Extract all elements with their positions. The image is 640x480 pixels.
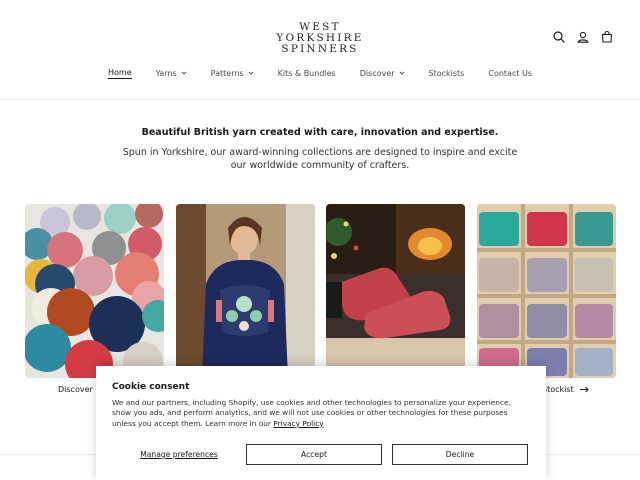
yarn-shelves-image: [477, 204, 616, 378]
card-yarn-balls[interactable]: [25, 204, 164, 378]
search-icon[interactable]: [552, 30, 566, 44]
card-link-stockist[interactable]: Stockist: [542, 385, 589, 394]
nav-item-label: Patterns: [210, 68, 244, 78]
decline-button[interactable]: Decline: [392, 444, 528, 465]
main-nav: Home Yarns Patterns Kits & Bundles Disco…: [0, 66, 640, 80]
card-yarn-shelves[interactable]: [477, 204, 616, 378]
cookie-consent-dialog: Cookie consent We and our partners, incl…: [96, 366, 546, 480]
nav-item-label: Kits & Bundles: [277, 68, 336, 78]
chevron-down-icon: [248, 71, 253, 75]
cookie-title: Cookie consent: [112, 382, 190, 392]
sweater-model-image: [176, 204, 315, 378]
cart-icon[interactable]: [600, 30, 614, 44]
nav-item-label: Stockists: [428, 68, 465, 78]
privacy-policy-link[interactable]: Privacy Policy: [273, 419, 323, 428]
chevron-down-icon: [399, 71, 404, 75]
site-header: WEST YORKSHIRE SPINNERS Home Yarns Patte…: [0, 0, 640, 100]
nav-item-label: Contact Us: [488, 68, 533, 78]
card-knitted-socks[interactable]: [326, 204, 465, 378]
card-sweater-model[interactable]: [176, 204, 315, 378]
nav-item-patterns[interactable]: Patterns: [199, 66, 266, 80]
brand-logo[interactable]: WEST YORKSHIRE SPINNERS: [270, 22, 370, 55]
accept-button[interactable]: Accept: [246, 444, 382, 465]
hero-title: Beautiful British yarn created with care…: [141, 127, 499, 138]
cookie-body: We and our partners, including Shopify, …: [112, 398, 530, 429]
nav-item-contact-us[interactable]: Contact Us: [476, 66, 544, 80]
card-label: Stockist: [542, 385, 574, 394]
nav-item-kits-bundles[interactable]: Kits & Bundles: [266, 66, 348, 80]
nav-item-discover[interactable]: Discover: [348, 66, 417, 80]
nav-item-label: Home: [107, 67, 132, 79]
knitted-socks-image: [326, 204, 465, 378]
nav-item-label: Yarns: [155, 68, 177, 78]
yarn-balls-image: [25, 204, 164, 378]
nav-item-stockists[interactable]: Stockists: [417, 66, 477, 80]
nav-item-home[interactable]: Home: [96, 66, 144, 80]
cookie-actions: Manage preferences Accept Decline: [112, 444, 530, 465]
arrow-right-icon: [579, 386, 589, 393]
header-icons: [552, 30, 614, 44]
hero-subtitle: Spun in Yorkshire, our award-winning col…: [122, 147, 518, 171]
logo-line-3: SPINNERS: [281, 43, 359, 55]
nav-item-label: Discover: [359, 68, 395, 78]
nav-item-yarns[interactable]: Yarns: [144, 66, 199, 80]
chevron-down-icon: [181, 71, 186, 75]
account-icon[interactable]: [576, 30, 590, 44]
manage-preferences-link[interactable]: Manage preferences: [112, 450, 246, 459]
